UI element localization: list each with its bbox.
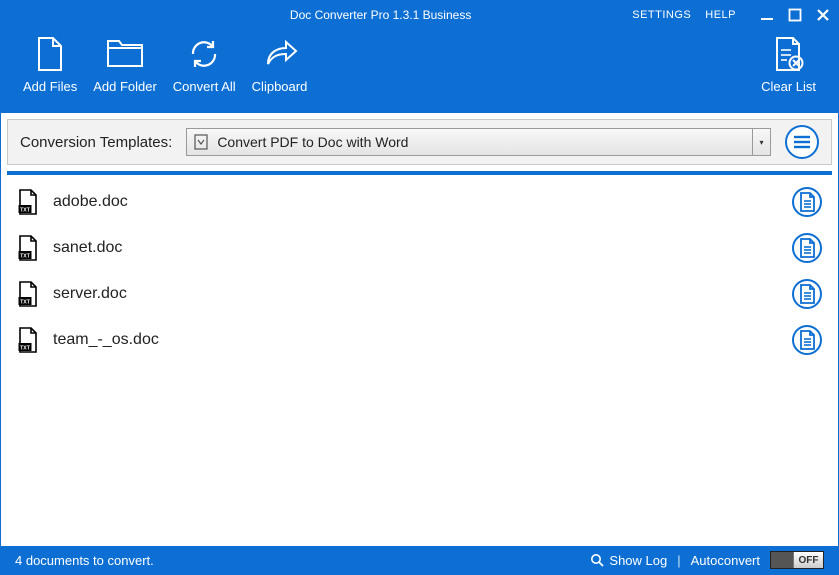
close-icon[interactable] [816,8,830,22]
file-list: TXTadobe.docTXTsanet.docTXTserver.docTXT… [7,179,832,533]
search-icon [590,553,604,567]
clear-list-label: Clear List [761,79,816,94]
txt-file-icon: TXT [17,327,39,353]
file-details-button[interactable] [792,233,822,263]
separator [7,171,832,175]
file-name: server.doc [53,285,778,303]
clipboard-button[interactable]: Clipboard [244,29,316,94]
add-folder-label: Add Folder [93,79,157,94]
convert-all-label: Convert All [173,79,236,94]
file-details-button[interactable] [792,325,822,355]
add-folder-button[interactable]: Add Folder [85,29,165,94]
autoconvert-toggle[interactable]: OFF [770,551,824,569]
toolbar: Add Files Add Folder Convert All Clipboa… [1,29,838,113]
maximize-icon[interactable] [788,8,802,22]
svg-text:TXT: TXT [20,345,31,351]
titlebar: Doc Converter Pro 1.3.1 Business SETTING… [1,1,838,29]
separator-pipe: | [677,553,680,568]
txt-file-icon: TXT [17,189,39,215]
settings-link[interactable]: SETTINGS [632,9,691,21]
file-details-button[interactable] [792,279,822,309]
minimize-icon[interactable] [760,8,774,22]
help-link[interactable]: HELP [705,9,736,21]
add-files-label: Add Files [23,79,77,94]
file-name: adobe.doc [53,193,778,211]
share-arrow-icon [262,35,298,73]
clear-list-icon [773,35,805,73]
file-plus-icon [35,35,65,73]
header: Doc Converter Pro 1.3.1 Business SETTING… [1,1,838,113]
template-type-icon [187,134,215,150]
svg-text:TXT: TXT [20,207,31,213]
clipboard-label: Clipboard [252,79,308,94]
app-title: Doc Converter Pro 1.3.1 Business [129,8,632,22]
clear-list-button[interactable]: Clear List [753,29,824,94]
txt-file-icon: TXT [17,235,39,261]
txt-file-icon: TXT [17,281,39,307]
file-details-button[interactable] [792,187,822,217]
status-text: 4 documents to convert. [15,553,590,568]
toggle-knob: OFF [793,552,823,568]
file-name: sanet.doc [53,239,778,257]
refresh-icon [187,35,221,73]
svg-text:TXT: TXT [20,253,31,259]
file-name: team_-_os.doc [53,331,778,349]
autoconvert-label: Autoconvert [691,553,760,568]
chevron-down-icon[interactable]: ▾ [752,129,770,155]
svg-text:TXT: TXT [20,299,31,305]
template-menu-button[interactable] [785,125,819,159]
convert-all-button[interactable]: Convert All [165,29,244,94]
file-row[interactable]: TXT sanet.doc [7,225,832,271]
file-row[interactable]: TXT adobe.doc [7,179,832,225]
template-label: Conversion Templates: [20,134,172,151]
status-bar: 4 documents to convert. Show Log | Autoc… [1,546,838,574]
template-selected-text: Convert PDF to Doc with Word [215,134,752,150]
folder-icon [105,35,145,73]
show-log-button[interactable]: Show Log [590,553,667,568]
file-row[interactable]: TXT team_-_os.doc [7,317,832,363]
add-files-button[interactable]: Add Files [15,29,85,94]
titlebar-actions: SETTINGS HELP [632,8,830,22]
template-bar: Conversion Templates: Convert PDF to Doc… [7,119,832,165]
file-row[interactable]: TXT server.doc [7,271,832,317]
hamburger-icon [793,135,811,149]
template-select[interactable]: Convert PDF to Doc with Word ▾ [186,128,771,156]
